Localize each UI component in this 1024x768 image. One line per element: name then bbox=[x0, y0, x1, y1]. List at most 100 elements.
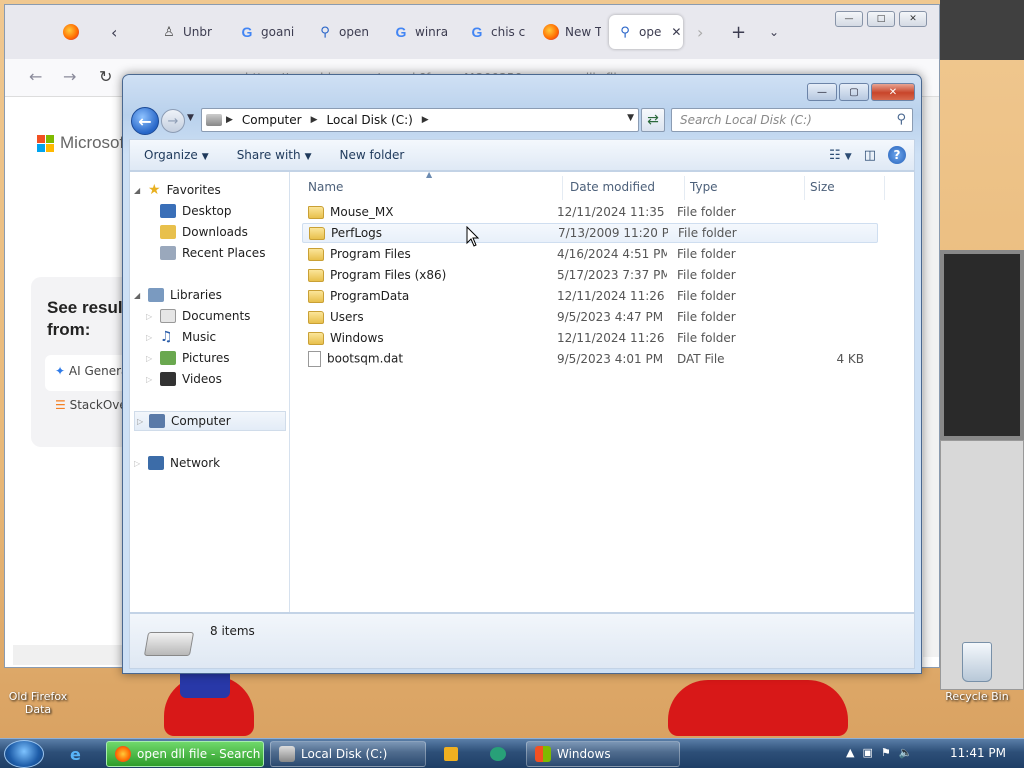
tab-google-chis[interactable]: Gchis c bbox=[461, 15, 525, 49]
firefox-horizontal-scrollbar[interactable] bbox=[13, 645, 125, 665]
media-player-icon[interactable] bbox=[444, 747, 458, 761]
maximize-button[interactable]: ▢ bbox=[839, 83, 869, 101]
expand-arrow-icon[interactable]: ◢ bbox=[134, 291, 140, 300]
tab-google-goani[interactable]: Ggoani bbox=[231, 15, 295, 49]
back-button[interactable]: ← bbox=[131, 107, 159, 135]
nav-downloads[interactable]: Downloads bbox=[160, 222, 248, 242]
expand-arrow-icon[interactable]: ▷ bbox=[134, 459, 140, 468]
expand-arrow-icon[interactable]: ▷ bbox=[137, 417, 143, 426]
firefox-tab-pinned[interactable] bbox=[55, 15, 89, 49]
nav-music[interactable]: ▷ ♫ Music bbox=[146, 327, 216, 347]
taskbar-item-explorer[interactable]: Local Disk (C:) bbox=[270, 741, 426, 767]
tab-google-winra[interactable]: Gwinra bbox=[385, 15, 451, 49]
view-options-icon[interactable]: ☷ ▼ bbox=[829, 148, 852, 163]
nav-favorites[interactable]: ◢ ★ Favorites bbox=[134, 180, 221, 200]
recent-pages-icon[interactable]: ▼ bbox=[187, 113, 194, 123]
volume-muted-icon[interactable]: 🔈 bbox=[899, 746, 913, 759]
app-icon[interactable] bbox=[490, 747, 506, 761]
back-icon[interactable]: ← bbox=[29, 67, 42, 86]
list-tabs-button[interactable]: ⌄ bbox=[761, 15, 791, 49]
forward-button[interactable]: → bbox=[161, 109, 185, 133]
column-divider[interactable] bbox=[804, 176, 805, 200]
column-header-date[interactable]: Date modified bbox=[570, 180, 655, 200]
new-tab-button[interactable]: + bbox=[723, 15, 753, 49]
file-name-cell[interactable]: Program Files bbox=[308, 247, 558, 261]
column-header-name[interactable]: Name bbox=[308, 180, 343, 200]
network-icon[interactable]: ▣ bbox=[862, 746, 872, 759]
minimize-button[interactable]: — bbox=[835, 11, 863, 27]
column-header-type[interactable]: Type bbox=[690, 180, 718, 200]
share-with-button[interactable]: Share with ▼ bbox=[223, 148, 326, 162]
file-row[interactable]: bootsqm.dat 9/5/2023 4:01 PM DAT File 4 KB bbox=[302, 349, 878, 369]
action-center-flag-icon[interactable]: ⚑ bbox=[881, 746, 891, 759]
nav-desktop[interactable]: Desktop bbox=[160, 201, 232, 221]
column-divider[interactable] bbox=[562, 176, 563, 200]
expand-arrow-icon[interactable]: ▷ bbox=[146, 312, 152, 321]
organize-button[interactable]: Organize ▼ bbox=[130, 148, 223, 162]
file-row[interactable]: Mouse_MX 12/11/2024 11:35 ... File folder bbox=[302, 202, 878, 222]
file-name-cell[interactable]: PerfLogs bbox=[309, 226, 559, 240]
nav-pictures[interactable]: ▷ Pictures bbox=[146, 348, 230, 368]
ie-icon[interactable]: e bbox=[70, 745, 81, 764]
file-row[interactable]: Users 9/5/2023 4:47 PM File folder bbox=[302, 307, 878, 327]
search-input[interactable]: Search Local Disk (C:) ⚲ bbox=[671, 108, 913, 132]
start-button[interactable] bbox=[4, 740, 44, 768]
close-button[interactable]: ✕ bbox=[899, 11, 927, 27]
desktop-icon-old-firefox-data[interactable]: Old Firefox Data bbox=[4, 690, 72, 716]
expand-arrow-icon[interactable]: ▷ bbox=[146, 354, 152, 363]
file-row[interactable]: Program Files (x86) 5/17/2023 7:37 PM File… bbox=[302, 265, 878, 285]
refresh-button[interactable]: ⇄ bbox=[641, 108, 665, 132]
file-name-cell[interactable]: Users bbox=[308, 310, 558, 324]
forward-icon[interactable]: → bbox=[63, 67, 76, 86]
nav-libraries[interactable]: ◢ Libraries bbox=[134, 285, 222, 305]
file-row[interactable]: PerfLogs 7/13/2009 11:20 PM File folder bbox=[302, 223, 878, 243]
tab-scroll-right[interactable]: › bbox=[689, 15, 713, 49]
nav-documents[interactable]: ▷ Documents bbox=[146, 306, 250, 326]
file-row[interactable]: Program Files 4/16/2024 4:51 PM File folde… bbox=[302, 244, 878, 264]
file-row[interactable]: ProgramData 12/11/2024 11:26 ... File fold… bbox=[302, 286, 878, 306]
desktop-icon-recycle-bin[interactable]: Recycle Bin bbox=[942, 690, 1012, 703]
file-name-cell[interactable]: Mouse_MX bbox=[308, 205, 558, 219]
nav-network[interactable]: ▷ Network bbox=[134, 453, 220, 473]
address-dropdown-icon[interactable]: ▼ bbox=[627, 113, 634, 123]
tab-unbreak[interactable]: ♙ Unbr bbox=[153, 15, 219, 49]
taskbar-item-firefox[interactable]: open dll file - Search ... bbox=[106, 741, 264, 767]
expand-arrow-icon[interactable]: ▷ bbox=[146, 333, 152, 342]
preview-pane-icon[interactable]: ◫ bbox=[864, 148, 876, 163]
file-name-cell[interactable]: Program Files (x86) bbox=[308, 268, 558, 282]
taskbar-item-windows[interactable]: Windows bbox=[526, 741, 680, 767]
restore-button[interactable]: □ bbox=[867, 11, 895, 27]
file-name-cell[interactable]: ProgramData bbox=[308, 289, 558, 303]
nav-computer[interactable]: ▷ Computer bbox=[134, 411, 286, 431]
tab-active-search[interactable]: ⚲ ope ✕ bbox=[609, 15, 683, 49]
expand-arrow-icon[interactable]: ▷ bbox=[146, 375, 152, 384]
close-button[interactable]: ✕ bbox=[871, 83, 915, 101]
nav-recent-places[interactable]: Recent Places bbox=[160, 243, 265, 263]
column-header-size[interactable]: Size bbox=[810, 180, 835, 200]
file-name-cell[interactable]: Windows bbox=[308, 331, 558, 345]
breadcrumb-arrow-icon[interactable]: ▶ bbox=[307, 115, 322, 125]
address-bar[interactable]: ▶ Computer ▶ Local Disk (C:) ▶ ▼ bbox=[201, 108, 639, 132]
expand-arrow-icon[interactable]: ◢ bbox=[134, 186, 140, 195]
nav-videos[interactable]: ▷ Videos bbox=[146, 369, 222, 389]
firefox-vertical-scrollbar[interactable] bbox=[923, 97, 939, 657]
tab-new-tab[interactable]: New T bbox=[535, 15, 601, 49]
help-icon[interactable]: ? bbox=[888, 146, 906, 164]
file-name-cell[interactable]: bootsqm.dat bbox=[308, 351, 558, 367]
show-hidden-icons-icon[interactable]: ▲ bbox=[846, 746, 854, 759]
tab-search-open[interactable]: ⚲ open bbox=[309, 15, 373, 49]
column-divider[interactable] bbox=[684, 176, 685, 200]
close-icon[interactable]: ✕ bbox=[671, 25, 681, 39]
breadcrumb-local-disk[interactable]: Local Disk (C:) bbox=[322, 113, 418, 127]
file-row[interactable]: Windows 12/11/2024 11:26 ... File folder bbox=[302, 328, 878, 348]
new-folder-button[interactable]: New folder bbox=[326, 148, 419, 162]
breadcrumb-computer[interactable]: Computer bbox=[237, 113, 307, 127]
search-icon[interactable]: ⚲ bbox=[896, 112, 906, 127]
microsoft-logo[interactable]: Microsoft bbox=[37, 133, 129, 153]
breadcrumb-arrow-icon[interactable]: ▶ bbox=[418, 115, 433, 125]
breadcrumb-arrow-icon[interactable]: ▶ bbox=[222, 115, 237, 125]
recycle-bin-icon[interactable] bbox=[962, 642, 992, 682]
column-divider[interactable] bbox=[884, 176, 885, 200]
minimize-button[interactable]: — bbox=[807, 83, 837, 101]
clock[interactable]: 11:41 PM bbox=[950, 746, 1006, 760]
